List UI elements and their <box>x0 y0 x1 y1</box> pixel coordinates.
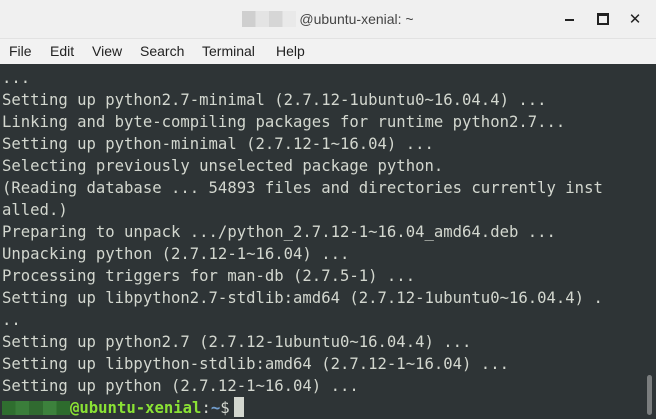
menu-search[interactable]: Search <box>140 43 184 59</box>
terminal-line: Processing triggers for man-db (2.7.5-1)… <box>2 267 416 285</box>
terminal-line: Setting up python2.7 (2.7.12-1ubuntu0~16… <box>2 333 472 351</box>
terminal-line: Preparing to unpack .../python_2.7.12-1~… <box>2 223 556 241</box>
window-title-text: @ubuntu-xenial: ~ <box>299 11 414 27</box>
scrollbar-thumb[interactable] <box>647 375 652 415</box>
terminal-line: Setting up libpython2.7-stdlib:amd64 (2.… <box>2 289 603 307</box>
text-cursor <box>233 397 244 417</box>
menu-help[interactable]: Help <box>276 43 305 59</box>
close-button[interactable]: ✕ <box>624 9 646 29</box>
terminal-line: Setting up python2.7-minimal (2.7.12-1ub… <box>2 91 547 109</box>
menu-terminal[interactable]: Terminal <box>202 43 255 59</box>
menu-edit[interactable]: Edit <box>50 43 74 59</box>
terminal-line: Linking and byte-compiling packages for … <box>2 113 566 131</box>
menu-view[interactable]: View <box>92 43 122 59</box>
menu-file[interactable]: File <box>9 43 32 59</box>
terminal-line: alled.) <box>2 201 68 219</box>
terminal-output[interactable]: ... Setting up python2.7-minimal (2.7.12… <box>0 64 644 419</box>
prompt-symbol: $ <box>220 399 230 417</box>
redacted-username <box>242 11 297 27</box>
scrollbar[interactable] <box>644 64 656 419</box>
title-bar[interactable]: @ubuntu-xenial: ~ ✕ <box>0 0 656 38</box>
terminal-line: Setting up python-minimal (2.7.12-1~16.0… <box>2 135 434 153</box>
minimize-button[interactable] <box>558 9 580 29</box>
terminal-line: Unpacking python (2.7.12-1~16.04) ... <box>2 245 350 263</box>
maximize-icon <box>597 13 609 25</box>
minimize-icon <box>564 19 574 21</box>
terminal-line: ... <box>2 69 31 87</box>
redacted-username <box>2 400 70 415</box>
terminal-line: (Reading database ... 54893 files and di… <box>2 179 603 197</box>
menu-bar: File Edit View Search Terminal Help <box>0 38 656 65</box>
close-icon: ✕ <box>628 11 642 28</box>
terminal-line: Selecting previously unselected package … <box>2 157 444 175</box>
terminal-line: Setting up python (2.7.12-1~16.04) ... <box>2 377 359 395</box>
maximize-button[interactable] <box>592 9 614 29</box>
prompt-line: @ubuntu-xenial:~$ <box>2 397 244 419</box>
prompt-path: ~ <box>210 399 221 417</box>
terminal-line: Setting up libpython-stdlib:amd64 (2.7.1… <box>2 355 509 373</box>
prompt-host: @ubuntu-xenial <box>70 399 202 417</box>
terminal-window: @ubuntu-xenial: ~ ✕ File Edit View Searc… <box>0 0 656 419</box>
prompt-separator: : <box>201 399 211 417</box>
terminal-line: .. <box>2 311 21 329</box>
